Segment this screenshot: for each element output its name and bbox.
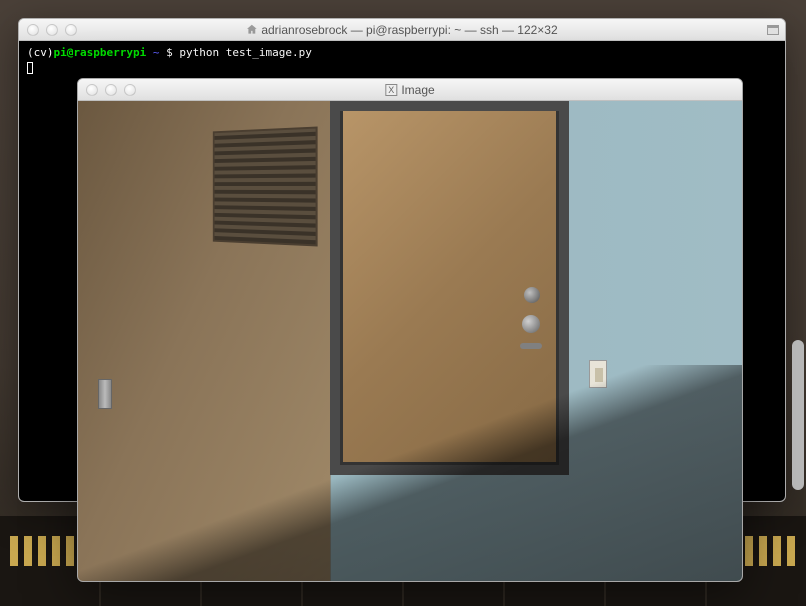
prompt-command: python test_image.py xyxy=(179,46,311,59)
doorknob xyxy=(522,315,540,333)
image-content xyxy=(78,101,742,581)
image-titlebar[interactable]: X Image xyxy=(78,79,742,101)
minimize-button[interactable] xyxy=(46,24,58,36)
prompt-path: ~ xyxy=(146,46,166,59)
image-traffic-lights xyxy=(86,84,136,96)
image-title-text: Image xyxy=(401,83,434,97)
terminal-prompt-line: (cv)pi@raspberrypi ~ $ python test_image… xyxy=(27,45,777,60)
terminal-title-text: adrianrosebrock — pi@raspberrypi: ~ — ss… xyxy=(261,23,557,37)
terminal-scrollbar[interactable] xyxy=(792,340,804,490)
zoom-button[interactable] xyxy=(65,24,77,36)
prompt-host: raspberrypi xyxy=(73,46,146,59)
x11-icon: X xyxy=(385,84,397,96)
cursor-icon xyxy=(27,62,33,74)
image-minimize-button[interactable] xyxy=(105,84,117,96)
terminal-titlebar[interactable]: adrianrosebrock — pi@raspberrypi: ~ — ss… xyxy=(19,19,785,41)
traffic-lights xyxy=(27,24,77,36)
image-zoom-button[interactable] xyxy=(124,84,136,96)
deadbolt xyxy=(524,287,540,303)
terminal-title: adrianrosebrock — pi@raspberrypi: ~ — ss… xyxy=(246,23,557,37)
home-icon xyxy=(246,24,257,35)
env-name: (cv) xyxy=(27,46,54,59)
prompt-user: pi xyxy=(54,46,67,59)
maximize-button[interactable] xyxy=(767,25,779,35)
shadow-overlay xyxy=(78,365,742,581)
door-handle xyxy=(520,343,542,349)
image-window[interactable]: X Image xyxy=(77,78,743,582)
image-close-button[interactable] xyxy=(86,84,98,96)
air-vent xyxy=(213,126,318,246)
image-window-title: X Image xyxy=(385,83,434,97)
terminal-cursor-line xyxy=(27,60,777,75)
close-button[interactable] xyxy=(27,24,39,36)
prompt-symbol: $ xyxy=(166,46,179,59)
